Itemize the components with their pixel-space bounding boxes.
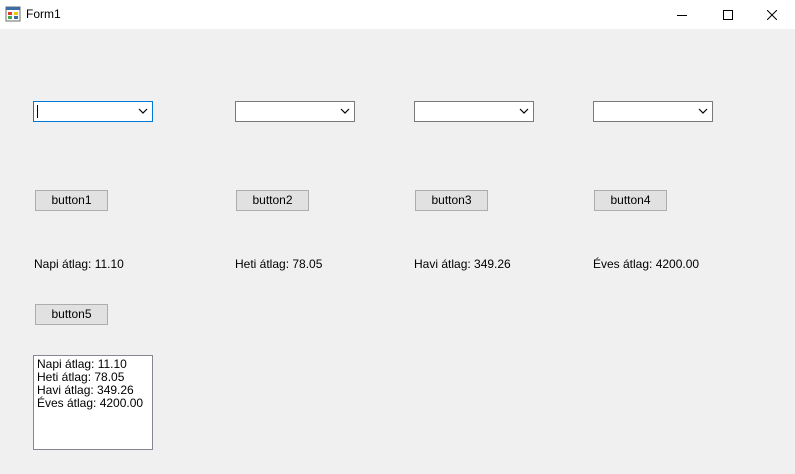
havi-atlag-label: Havi átlag: 349.26: [414, 257, 511, 271]
heti-atlag-label: Heti átlag: 78.05: [235, 257, 323, 271]
form-client-area: button1 button2 button3 button4 Napi átl…: [0, 29, 795, 474]
button2[interactable]: button2: [236, 190, 309, 211]
napi-atlag-label: Napi átlag: 11.10: [34, 257, 124, 271]
close-button[interactable]: [749, 0, 795, 29]
results-listbox[interactable]: Napi átlag: 11.10 Heti átlag: 78.05 Havi…: [33, 355, 153, 450]
maximize-button[interactable]: [705, 0, 751, 29]
chevron-down-icon[interactable]: [698, 108, 708, 115]
button1[interactable]: button1: [35, 190, 108, 211]
chevron-down-icon[interactable]: [519, 108, 529, 115]
combobox-4[interactable]: [593, 101, 713, 122]
combobox-3[interactable]: [414, 101, 534, 122]
list-item[interactable]: Éves átlag: 4200.00: [37, 397, 152, 410]
button3[interactable]: button3: [415, 190, 488, 211]
close-icon: [767, 9, 777, 20]
text-cursor: [37, 105, 38, 118]
eves-atlag-label: Éves átlag: 4200.00: [593, 257, 700, 271]
maximize-icon: [723, 9, 733, 20]
chevron-down-icon[interactable]: [340, 108, 350, 115]
minimize-button[interactable]: [659, 0, 705, 29]
winforms-app-icon: [5, 6, 21, 22]
window-title: Form1: [26, 7, 61, 21]
combobox-2[interactable]: [235, 101, 355, 122]
title-bar[interactable]: Form1: [0, 0, 795, 29]
button4[interactable]: button4: [594, 190, 667, 211]
combobox-1[interactable]: [33, 101, 153, 122]
chevron-down-icon[interactable]: [138, 108, 148, 115]
button5[interactable]: button5: [35, 304, 108, 325]
minimize-icon: [677, 14, 687, 16]
